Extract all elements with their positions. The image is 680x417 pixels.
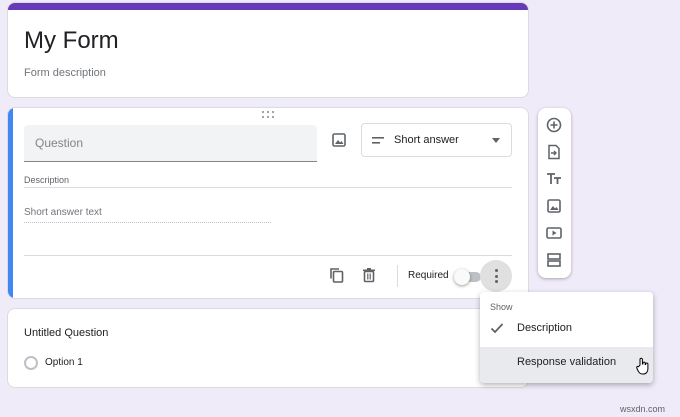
radio-button[interactable]: [24, 356, 38, 370]
question-card[interactable]: Untitled Question Option 1: [7, 308, 529, 388]
short-answer-placeholder: Short answer text: [24, 207, 102, 218]
dropdown-caret-icon: [492, 138, 500, 143]
form-title[interactable]: My Form: [24, 27, 119, 55]
question-title[interactable]: Untitled Question: [24, 327, 108, 339]
form-title-card: My Form Form description: [7, 2, 529, 98]
import-questions-icon[interactable]: [545, 143, 563, 161]
question-title-placeholder: Question: [35, 136, 84, 150]
short-answer-icon: [372, 137, 384, 144]
more-vert-icon[interactable]: [480, 260, 512, 292]
footer-separator: [397, 265, 398, 287]
menu-item-label: Response validation: [517, 356, 617, 368]
active-question-card[interactable]: Question Short answer Description Short …: [7, 107, 529, 299]
form-accent-bar: [8, 3, 528, 10]
option-label[interactable]: Option 1: [45, 357, 83, 368]
question-type-label: Short answer: [394, 134, 459, 146]
floating-toolbar: [538, 108, 571, 278]
menu-item-response-validation[interactable]: Response validation: [480, 347, 653, 383]
menu-item-label: Description: [517, 322, 573, 334]
short-answer-underline: [24, 222, 271, 223]
description-underline: [24, 187, 512, 188]
image-icon[interactable]: [328, 129, 350, 151]
form-description-field[interactable]: Form description: [24, 67, 106, 79]
question-type-dropdown[interactable]: Short answer: [361, 123, 512, 157]
active-indicator-bar: [8, 108, 13, 298]
add-question-icon[interactable]: [545, 116, 563, 134]
menu-header: Show: [490, 302, 513, 312]
required-label: Required: [408, 270, 449, 281]
required-toggle[interactable]: [454, 269, 481, 285]
toggle-knob: [454, 269, 470, 285]
add-image-icon[interactable]: [545, 197, 563, 215]
add-video-icon[interactable]: [545, 224, 563, 242]
trash-icon[interactable]: [360, 266, 378, 284]
copy-icon[interactable]: [328, 266, 346, 284]
check-icon: [490, 323, 504, 334]
hand-cursor-icon: [636, 357, 650, 375]
add-section-icon[interactable]: [545, 251, 563, 269]
question-title-input[interactable]: Question: [24, 125, 317, 162]
more-options-menu: Show Description Response validation: [480, 292, 653, 383]
description-field-label[interactable]: Description: [24, 175, 69, 185]
question-footer-divider: [24, 255, 512, 256]
watermark: wsxdn.com: [620, 404, 666, 414]
add-title-icon[interactable]: [545, 170, 563, 188]
menu-item-description[interactable]: Description: [480, 314, 653, 344]
drag-handle-icon[interactable]: [262, 111, 276, 119]
